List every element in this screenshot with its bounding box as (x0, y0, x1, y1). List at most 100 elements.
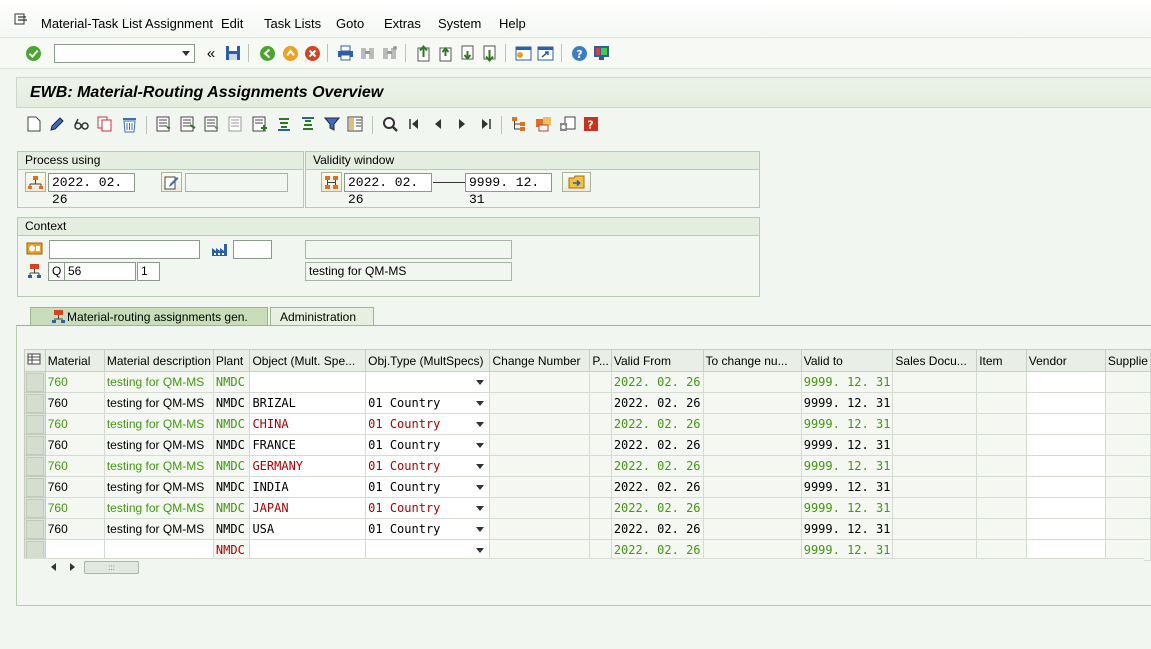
material-field[interactable] (49, 240, 200, 259)
chevron-down-icon[interactable] (476, 401, 485, 406)
column-header-change-number[interactable]: Change Number (489, 349, 591, 372)
chevron-down-icon[interactable] (476, 380, 485, 385)
shortcut-icon[interactable] (536, 44, 554, 62)
column-header-object-type[interactable]: Obj.Type (MultSpecs) (365, 349, 491, 372)
row-selector[interactable] (24, 455, 46, 477)
select-all-icon[interactable] (155, 115, 173, 133)
save-icon[interactable] (224, 44, 242, 62)
info-help-icon[interactable]: ? (582, 115, 600, 133)
chevron-down-icon[interactable] (476, 527, 485, 532)
deselect-all-icon[interactable] (203, 115, 221, 133)
column-header-plant[interactable]: Plant (212, 349, 251, 372)
row-selector-box[interactable] (25, 498, 44, 518)
first-page-icon[interactable] (414, 44, 432, 62)
valid-from-field[interactable]: 2022. 02. 26 (344, 173, 432, 207)
row-selector-box[interactable] (25, 435, 44, 455)
column-header-item[interactable]: Item (976, 349, 1027, 372)
sort-descending-icon[interactable] (299, 115, 317, 133)
cell-object[interactable]: CHINA (249, 413, 367, 435)
cell-object[interactable]: INDIA (249, 476, 367, 498)
tasklist-detail-icon[interactable] (558, 115, 576, 133)
first-record-icon[interactable] (405, 115, 423, 133)
group-field[interactable]: 56 (64, 262, 136, 281)
row-selector[interactable] (24, 518, 46, 540)
insert-row-icon[interactable] (251, 115, 269, 133)
next-record-icon[interactable] (453, 115, 471, 133)
cell-vendor[interactable] (1025, 476, 1106, 498)
filter-icon[interactable] (323, 115, 341, 133)
table-row[interactable]: 760 testing for QM-MS NMDC BRIZAL 01 Country… (24, 392, 1151, 414)
previous-page-icon[interactable] (436, 44, 454, 62)
validity-button[interactable] (321, 172, 342, 192)
enter-checkmark-icon[interactable] (24, 44, 42, 62)
menu-help[interactable]: Help (499, 16, 526, 31)
table-row[interactable]: 760 testing for QM-MS NMDC JAPAN 01 Country 2… (24, 497, 1151, 519)
cell-object[interactable] (249, 371, 367, 393)
menu-edit[interactable]: Edit (221, 16, 243, 31)
apply-validity-button[interactable] (562, 172, 591, 192)
find-next-icon[interactable] (380, 44, 398, 62)
chevron-down-icon[interactable] (476, 485, 485, 490)
group-icon[interactable] (534, 115, 552, 133)
cell-vendor[interactable] (1025, 455, 1106, 477)
next-page-icon[interactable] (458, 44, 476, 62)
column-header-vendor[interactable]: Vendor (1025, 349, 1106, 372)
date-process-button[interactable] (25, 172, 46, 192)
chevron-down-icon[interactable] (476, 422, 485, 427)
table-row[interactable]: 760 testing for QM-MS NMDC GERMANY 01 Countr… (24, 455, 1151, 477)
column-header-material[interactable]: Material (44, 349, 105, 372)
details-magnifier-icon[interactable] (381, 115, 399, 133)
column-settings-cell[interactable] (24, 349, 46, 372)
row-selector-box[interactable] (25, 477, 44, 497)
cell-object-type[interactable]: 01 Country (365, 455, 491, 477)
layout-icon[interactable] (346, 115, 364, 133)
cell-object-type[interactable]: 01 Country (365, 518, 491, 540)
column-header-to-change-number[interactable]: To change nu... (702, 349, 802, 372)
column-header-p[interactable]: P... (589, 349, 612, 372)
menu-goto[interactable]: Goto (336, 16, 364, 31)
cell-vendor[interactable] (1025, 413, 1106, 435)
table-row[interactable]: 760 testing for QM-MS NMDC INDIA 01 Country 2… (24, 476, 1151, 498)
last-page-icon[interactable] (480, 44, 498, 62)
cancel-icon[interactable] (303, 44, 321, 62)
process-date-field[interactable]: 2022. 02. 26 (48, 173, 135, 207)
cell-vendor[interactable] (1025, 434, 1106, 456)
column-header-object[interactable]: Object (Mult. Spe... (249, 349, 367, 372)
chevron-down-icon[interactable] (476, 443, 485, 448)
horizontal-scrollbar[interactable]: ::: (24, 558, 1144, 575)
menu-material-task-list-assignment[interactable]: Material-Task List Assignment (41, 16, 213, 31)
task-list-type-field[interactable]: Q (48, 262, 65, 281)
previous-record-icon[interactable] (429, 115, 447, 133)
cell-vendor[interactable] (1025, 497, 1106, 519)
cell-object-type[interactable]: 01 Country (365, 476, 491, 498)
chevron-down-icon[interactable] (476, 548, 485, 553)
row-selector[interactable] (24, 392, 46, 414)
menu-task-lists[interactable]: Task Lists (264, 16, 321, 31)
last-record-icon[interactable] (477, 115, 495, 133)
menu-icon[interactable] (14, 13, 28, 25)
table-row[interactable]: 760 testing for QM-MS NMDC USA 01 Country 202… (24, 518, 1151, 540)
valid-to-field[interactable]: 9999. 12. 31 (465, 173, 552, 207)
delete-trash-icon[interactable] (120, 115, 138, 133)
row-selector[interactable] (24, 497, 46, 519)
chevron-down-icon[interactable] (476, 464, 485, 469)
cell-object-type[interactable]: 01 Country (365, 392, 491, 414)
row-selector-box[interactable] (25, 456, 44, 476)
row-selector[interactable] (24, 413, 46, 435)
row-selector-box[interactable] (25, 372, 44, 392)
tab-material-routing-assignments[interactable]: Material-routing assignments gen. (30, 307, 268, 326)
cell-vendor[interactable] (1025, 371, 1106, 393)
row-selector-box[interactable] (25, 540, 44, 560)
column-header-material-description[interactable]: Material description (103, 349, 214, 372)
cell-object-type[interactable]: 01 Country (365, 413, 491, 435)
column-header-supplier[interactable]: Supplie (1104, 349, 1151, 372)
cell-object[interactable]: FRANCE (249, 434, 367, 456)
back-icon[interactable] (258, 44, 276, 62)
cell-object[interactable]: GERMANY (249, 455, 367, 477)
hierarchy-icon[interactable] (510, 115, 528, 133)
plant-field[interactable] (233, 240, 272, 259)
group-counter-field[interactable]: 1 (137, 262, 160, 281)
exit-icon[interactable] (281, 44, 299, 62)
create-icon[interactable] (25, 115, 43, 133)
cell-object[interactable]: USA (249, 518, 367, 540)
